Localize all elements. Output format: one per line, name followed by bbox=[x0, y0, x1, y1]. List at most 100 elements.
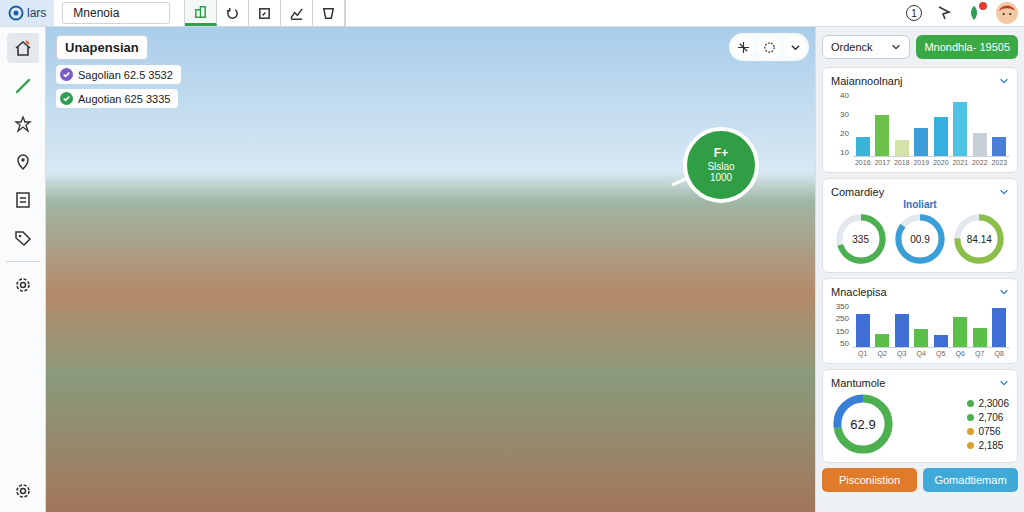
card-title: Maiannoolnanj bbox=[831, 75, 903, 87]
legend-item: 0756 bbox=[967, 426, 1009, 437]
compass-icon bbox=[737, 41, 750, 54]
action-button[interactable]: Mnondhla- 19505 bbox=[916, 35, 1018, 59]
undo-icon bbox=[225, 6, 240, 21]
sidebar-item[interactable] bbox=[7, 476, 39, 506]
panel-header: OrdenckMnondhla- 19505 bbox=[822, 32, 1018, 62]
bar-chart-card: Mnaclepisa35025015050Q1Q2Q3Q4Q5Q6Q7Q8 bbox=[822, 278, 1018, 364]
chart-bar[interactable] bbox=[992, 308, 1006, 347]
toolbar-button[interactable] bbox=[217, 0, 249, 26]
sidebar bbox=[0, 27, 46, 512]
pencil-icon bbox=[14, 77, 32, 95]
map-controls bbox=[729, 33, 809, 61]
sidebar-item[interactable] bbox=[7, 71, 39, 101]
panel-button[interactable]: Gomadtiemam bbox=[923, 468, 1018, 492]
city-map[interactable]: Unapensian Sagolian 62.5 3532 Augotian 625… bbox=[46, 27, 815, 512]
chart-bar[interactable] bbox=[934, 117, 948, 156]
axis-tick: 30 bbox=[831, 110, 849, 119]
notification-count[interactable]: 1 bbox=[906, 5, 922, 21]
chart-bar[interactable] bbox=[992, 137, 1006, 157]
legend-item: 2,706 bbox=[967, 412, 1009, 423]
chart-bar[interactable] bbox=[895, 314, 909, 347]
chart-bar[interactable] bbox=[953, 102, 967, 156]
tag-icon bbox=[14, 229, 32, 247]
project-name[interactable]: Mnenoia bbox=[62, 2, 170, 24]
map-chip[interactable]: Augotian 625 3335 bbox=[56, 89, 178, 108]
sidebar-item[interactable] bbox=[7, 33, 39, 63]
axis-tick: 50 bbox=[831, 339, 849, 348]
chart-bar[interactable] bbox=[934, 335, 948, 347]
legend-item: 2,3006 bbox=[967, 398, 1009, 409]
axis-label: Q2 bbox=[878, 350, 887, 357]
card-title: Comardiey bbox=[831, 186, 884, 198]
gear-icon bbox=[14, 276, 32, 294]
check-icon bbox=[60, 92, 73, 105]
alert-badge bbox=[979, 2, 987, 10]
compass-button[interactable] bbox=[732, 36, 754, 58]
header-actions: 1 bbox=[906, 2, 1024, 24]
chart-bar[interactable] bbox=[914, 329, 928, 347]
card-subtitle: Inoliart bbox=[831, 199, 1009, 210]
sidebar-item[interactable] bbox=[7, 147, 39, 177]
toolbar-button[interactable] bbox=[249, 0, 281, 26]
gauge: 84.14 bbox=[952, 212, 1006, 266]
sidebar-item[interactable] bbox=[7, 109, 39, 139]
chart-icon bbox=[289, 6, 304, 21]
axis-label: 2019 bbox=[913, 159, 929, 166]
toolbar bbox=[184, 0, 346, 27]
chevron-icon bbox=[891, 42, 901, 52]
panel-button[interactable]: Pisconiistion bbox=[822, 468, 917, 492]
chart-bar[interactable] bbox=[914, 128, 928, 156]
map-title: Unapensian bbox=[56, 35, 148, 60]
toolbar-button[interactable] bbox=[281, 0, 313, 26]
flag-icon[interactable] bbox=[936, 5, 952, 21]
chart-bar[interactable] bbox=[973, 133, 987, 156]
map-marker[interactable]: F+Slslao1000 bbox=[683, 127, 759, 203]
box-icon bbox=[257, 6, 272, 21]
sidebar-item[interactable] bbox=[7, 185, 39, 215]
axis-tick: 250 bbox=[831, 314, 849, 323]
bar-chart: 40302010 bbox=[831, 91, 1009, 157]
pin-icon bbox=[14, 153, 32, 171]
logo-text: lars bbox=[27, 6, 46, 20]
legend: 2,3006 2,706 0756 2,185 bbox=[967, 398, 1009, 451]
logo-icon bbox=[8, 5, 24, 21]
logo[interactable]: lars bbox=[0, 0, 54, 26]
chart-bar[interactable] bbox=[895, 140, 909, 156]
axis-label: Q6 bbox=[956, 350, 965, 357]
chart-bar[interactable] bbox=[856, 314, 870, 347]
axis-label: 2017 bbox=[874, 159, 890, 166]
more-button[interactable] bbox=[784, 36, 806, 58]
chart-bar[interactable] bbox=[875, 334, 889, 347]
axis-tick: 350 bbox=[831, 302, 849, 311]
home-icon bbox=[14, 39, 32, 57]
axis-label: 2022 bbox=[972, 159, 988, 166]
fit-icon bbox=[763, 41, 776, 54]
chevron-icon[interactable] bbox=[999, 378, 1009, 388]
sidebar-divider bbox=[6, 261, 40, 262]
axis-label: 2018 bbox=[894, 159, 910, 166]
chart-bar[interactable] bbox=[973, 328, 987, 347]
filter-dropdown[interactable]: Ordenck bbox=[822, 35, 910, 59]
check-icon bbox=[60, 68, 73, 81]
chevron-icon[interactable] bbox=[999, 287, 1009, 297]
avatar-icon[interactable] bbox=[996, 2, 1018, 24]
chart-bar[interactable] bbox=[953, 317, 967, 347]
sidebar-item[interactable] bbox=[7, 223, 39, 253]
chevron-icon[interactable] bbox=[999, 76, 1009, 86]
chevron-icon[interactable] bbox=[999, 187, 1009, 197]
alerts-button[interactable] bbox=[966, 5, 982, 21]
shield-icon bbox=[321, 6, 336, 21]
toolbar-button[interactable] bbox=[185, 0, 217, 26]
map-chip[interactable]: Sagolian 62.5 3532 bbox=[56, 65, 181, 84]
top-bar: lars Mnenoia 1 bbox=[0, 0, 1024, 27]
legend-item: 2,185 bbox=[967, 440, 1009, 451]
axis-label: Q8 bbox=[995, 350, 1004, 357]
toolbar-button[interactable] bbox=[313, 0, 345, 26]
fit-button[interactable] bbox=[758, 36, 780, 58]
donut-chart: 62.9 bbox=[831, 392, 895, 456]
sidebar-item[interactable] bbox=[7, 270, 39, 300]
chart-bar[interactable] bbox=[875, 115, 889, 156]
chart-bar[interactable] bbox=[856, 137, 870, 157]
axis-label: Q1 bbox=[858, 350, 867, 357]
map-info: Unapensian Sagolian 62.5 3532 Augotian 625… bbox=[56, 35, 181, 108]
